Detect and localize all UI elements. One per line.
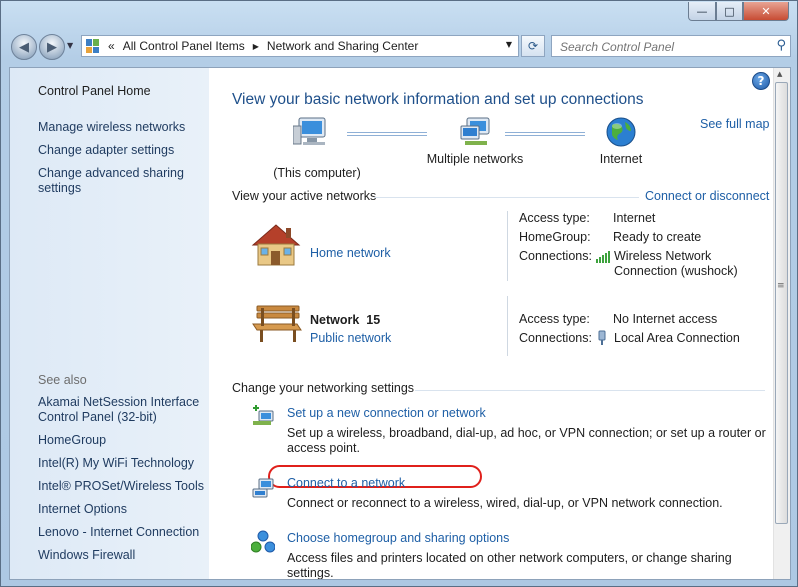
address-bar[interactable]: « All Control Panel Items ▶ Network and … [81,35,519,57]
local-area-connection-link[interactable]: Local Area Connection [614,331,740,345]
wireless-connection-link[interactable]: Wireless Network Connection (wushock) [614,249,754,279]
connect-network-icon [252,478,274,498]
breadcrumb-separator-icon[interactable]: ▶ [253,42,259,51]
sidebar-internet-options[interactable]: Internet Options [38,502,127,517]
see-full-map-link[interactable]: See full map [700,117,769,131]
navigation-toolbar: ◀ ▶ ▼ « All Control Panel Items ▶ Networ… [9,33,791,61]
connect-to-network-link[interactable]: Connect to a network [287,476,405,490]
setup-new-connection-link[interactable]: Set up a new connection or network [287,406,486,420]
ethernet-icon [598,330,606,345]
refresh-icon[interactable]: ⟳ [521,35,545,57]
homegroup-ready-link[interactable]: Ready to create [613,230,701,244]
address-dropdown-icon[interactable]: ▼ [506,40,512,49]
search-box: ⚲ [551,35,791,57]
sidebar: Control Panel Home Manage wireless netwo… [10,68,209,579]
connect-to-network-desc: Connect or reconnect to a wireless, wire… [287,496,723,510]
homegroup-sharing-desc: Access files and printers located on oth… [287,551,732,580]
see-also-heading: See also [38,373,87,387]
globe-icon[interactable] [605,116,637,148]
bench-icon [252,305,302,342]
map-connector-line [505,132,585,136]
wifi-signal-icon [596,251,610,263]
homegroup-icon [251,530,275,553]
close-button[interactable]: ✕ [743,2,789,21]
minimize-button[interactable]: — [688,2,716,21]
search-icon[interactable]: ⚲ [776,38,786,53]
breadcrumb-all-control-panel-items[interactable]: All Control Panel Items [123,39,245,53]
sidebar-change-adapter-settings[interactable]: Change adapter settings [38,143,174,158]
network-divider [507,296,508,356]
sidebar-homegroup[interactable]: HomeGroup [38,433,106,448]
section-divider [374,197,639,198]
window-frame: — □ ✕ ◀ ▶ ▼ « All Control Panel Items ▶ … [0,0,798,587]
computer-icon[interactable] [293,116,329,148]
scroll-up-icon[interactable]: ▲ [777,70,782,78]
section-divider [415,390,765,391]
network-icon[interactable] [459,116,493,148]
scrollbar-grip-icon: ≡ [777,281,785,291]
access-type-value: Internet [613,211,656,225]
page-title: View your basic network information and … [232,91,644,108]
homegroup-label: HomeGroup: [519,230,591,244]
homegroup-sharing-link[interactable]: Choose homegroup and sharing options [287,531,509,545]
public-network-link[interactable]: Public network [310,331,391,345]
access-type-label: Access type: [519,211,590,225]
connect-or-disconnect-link[interactable]: Connect or disconnect [645,189,769,203]
home-network-link[interactable]: Home network [310,246,391,260]
main-panel: View your basic network information and … [209,68,775,579]
vertical-scrollbar[interactable]: ▲ ≡ [773,68,790,579]
content-pane: Control Panel Home Manage wireless netwo… [9,67,791,580]
sidebar-intel-my-wifi[interactable]: Intel(R) My WiFi Technology [38,456,194,471]
sidebar-windows-firewall[interactable]: Windows Firewall [38,548,135,563]
help-icon[interactable]: ? [752,72,770,90]
house-icon [251,224,301,266]
network-divider [507,211,508,281]
network-name: Network 15 [310,313,381,327]
map-multiple-networks-label: Multiple networks [426,152,524,166]
new-connection-icon [253,405,274,425]
scrollbar-thumb[interactable] [775,82,788,524]
map-this-computer-label: (This computer) [273,166,361,180]
sidebar-akamai-netsession[interactable]: Akamai NetSession Interface Control Pane… [38,395,203,425]
recent-pages-dropdown[interactable]: ▼ [67,41,73,50]
active-networks-heading: View your active networks [232,189,377,203]
networking-settings-heading: Change your networking settings [232,381,415,395]
forward-arrow-icon[interactable]: ▶ [39,34,65,60]
sidebar-change-advanced-sharing-settings[interactable]: Change advanced sharing settings [38,166,188,196]
setup-new-connection-desc: Set up a wireless, broadband, dial-up, a… [287,426,766,455]
caption-buttons: — □ ✕ [688,2,789,21]
maximize-button[interactable]: □ [716,2,743,21]
connections-label: Connections: [519,249,592,263]
access-type-value: No Internet access [613,312,718,326]
map-connector-line [347,132,427,136]
access-type-label: Access type: [519,312,590,326]
sidebar-intel-proset[interactable]: Intel® PROSet/Wireless Tools [38,479,204,494]
sidebar-manage-wireless-networks[interactable]: Manage wireless networks [38,120,185,135]
search-input[interactable] [558,37,762,57]
map-internet-label: Internet [599,152,643,166]
sidebar-lenovo-internet-connection[interactable]: Lenovo - Internet Connection [38,525,199,540]
back-arrow-icon[interactable]: ◀ [11,34,37,60]
breadcrumb-network-and-sharing-center[interactable]: Network and Sharing Center [267,39,418,53]
breadcrumb-overflow[interactable]: « [108,39,115,53]
sidebar-control-panel-home[interactable]: Control Panel Home [38,84,151,99]
connections-label: Connections: [519,331,592,345]
control-panel-icon [86,39,100,53]
